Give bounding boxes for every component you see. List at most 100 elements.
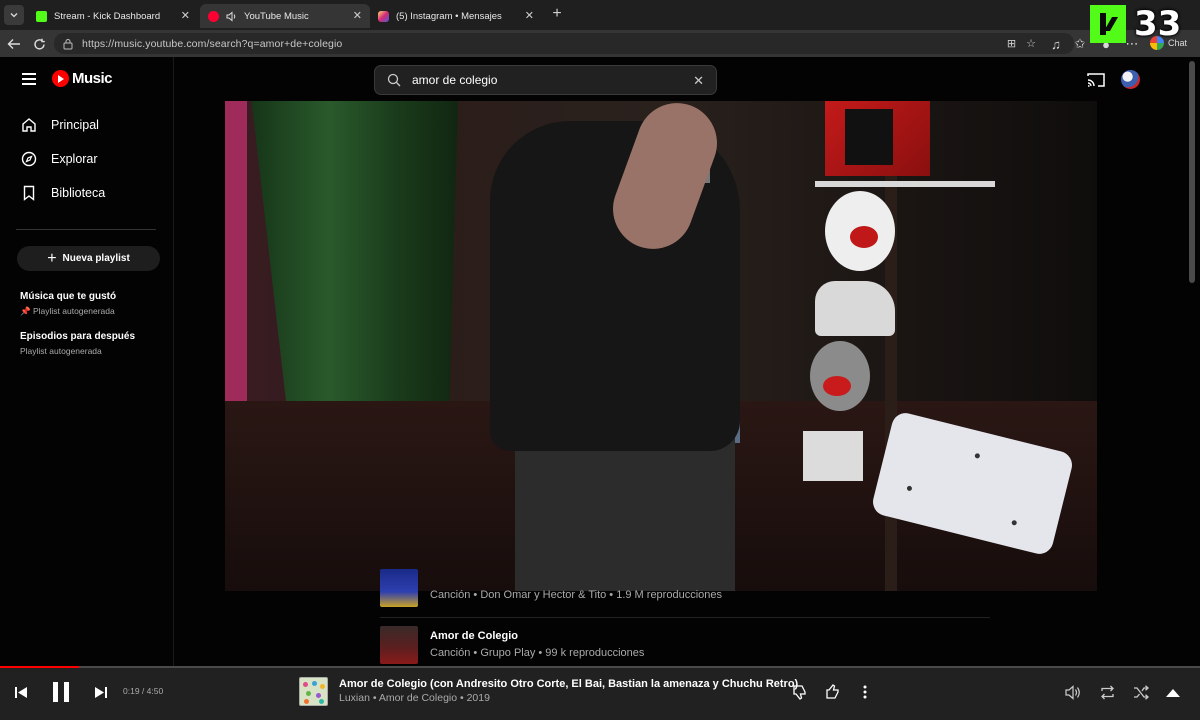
app-available-icon[interactable]: ⊞ [1007,37,1016,50]
instagram-favicon-icon [378,10,389,22]
video-scene [815,281,895,336]
shuffle-icon [1133,684,1149,700]
tab-instagram[interactable]: (5) Instagram • Mensajes ✕ [370,4,542,28]
more-options-button[interactable] [857,682,873,702]
youtube-music-logo[interactable]: Music [52,70,113,87]
viewer-count: 33 [1134,4,1182,44]
list-item[interactable]: Amor de Colegio Canción • Grupo Play • 9… [380,626,990,668]
video-scene [850,226,878,248]
url-actions: ⊞ ☆ [1007,37,1036,50]
now-playing-subtitle[interactable]: Luxian • Amor de Colegio • 2019 [339,692,490,704]
video-scene [815,181,995,187]
pause-icon [53,682,69,702]
kick-overlay-badge: 33 [1084,2,1200,46]
close-icon[interactable]: ✕ [525,9,534,22]
more-vert-icon [863,685,867,699]
tab-title: (5) Instagram • Mensajes [396,10,502,22]
pause-button[interactable] [48,679,74,705]
chevron-down-icon [10,13,18,18]
sidebar-item-label: Explorar [51,152,98,166]
thumbs-down-icon [793,685,806,700]
skip-next-icon [95,686,107,698]
video-player[interactable] [225,101,1097,591]
shuffle-button[interactable] [1131,682,1151,702]
video-scene [225,101,247,401]
compass-icon [20,151,37,168]
pin-icon: 📌 [20,306,31,316]
now-playing-thumbnail[interactable] [299,677,328,706]
sidebar-item-biblioteca[interactable]: Biblioteca [20,183,105,203]
tab-kick-dashboard[interactable]: Stream - Kick Dashboard ✕ [28,4,198,28]
sidebar-item-label: Principal [51,118,99,132]
list-divider [380,617,990,618]
like-button[interactable] [823,682,843,702]
result-subtitle: Canción • Grupo Play • 99 k reproduccion… [430,647,645,659]
repeat-button[interactable] [1097,682,1117,702]
cast-icon[interactable] [1087,72,1105,87]
address-bar: https://music.youtube.com/search?q=amor+… [0,30,1200,57]
sidebar-item-explorar[interactable]: Explorar [20,149,98,169]
video-scene [803,431,863,481]
scrollbar-thumb[interactable] [1189,61,1195,283]
tab-search-button[interactable] [4,5,24,25]
volume-button[interactable] [1063,682,1083,702]
next-button[interactable] [92,683,110,701]
search-input[interactable] [412,73,672,87]
sidebar-divider [16,229,156,230]
result-subtitle: Canción • Don Omar y Hector & Tito • 1.9… [430,589,722,601]
video-scene [845,109,893,165]
reload-icon[interactable] [31,36,47,52]
player-bar: 0:19 / 4:50 Amor de Colegio (con Andresi… [0,666,1200,720]
thumbs-up-icon [826,684,839,699]
playlist-subtitle: Playlist autogenerada [20,346,102,356]
media-control-icon[interactable]: ♫ [1048,36,1064,52]
plus-icon: + [47,249,57,267]
playlist-title: Música que te gustó [20,291,117,302]
url-text[interactable]: https://music.youtube.com/search?q=amor+… [82,38,342,50]
playlist-subtitle: 📌 Playlist autogenerada [20,306,115,316]
scrollbar[interactable] [1188,59,1196,663]
menu-icon[interactable] [22,73,36,85]
result-title: Amor de Colegio [430,630,519,642]
tab-title: YouTube Music [244,10,309,22]
volume-icon [1064,684,1080,700]
play-logo-icon [52,70,69,87]
sidebar: Music Principal Explorar Biblioteca + Nu… [0,57,174,667]
progress-fill [0,666,80,668]
library-icon [20,185,37,202]
now-playing-title[interactable]: Amor de Colegio (con Andresito Otro Cort… [339,678,798,690]
logo-text: Music [72,70,113,87]
playlist-title: Episodios para después [20,331,136,342]
list-item[interactable]: Canción • Don Omar y Hector & Tito • 1.9… [380,569,990,611]
new-tab-button[interactable]: + [548,5,566,23]
progress-bar[interactable] [0,666,1200,668]
youtube-music-favicon-icon [208,10,219,22]
tab-youtube-music[interactable]: YouTube Music ✕ [200,4,370,28]
album-thumbnail [380,569,418,607]
caret-up-icon [1166,688,1180,697]
new-playlist-label: Nueva playlist [62,253,130,264]
close-icon[interactable]: ✕ [353,9,362,22]
youtube-music-app: Music Principal Explorar Biblioteca + Nu… [0,57,1200,720]
close-icon[interactable]: ✕ [181,9,190,22]
back-arrow-icon[interactable] [6,36,22,52]
new-playlist-button[interactable]: + Nueva playlist [17,246,160,271]
video-scene [823,376,851,396]
sidebar-item-principal[interactable]: Principal [20,115,99,135]
url-field[interactable]: https://music.youtube.com/search?q=amor+… [54,33,1074,54]
playback-time: 0:19 / 4:50 [123,686,164,696]
search-bar[interactable]: ✕ [374,65,717,95]
site-info-icon[interactable] [62,38,74,50]
repeat-icon [1100,685,1114,699]
search-icon [387,73,401,87]
sidebar-item-label: Biblioteca [51,186,106,200]
expand-player-button[interactable] [1164,682,1182,702]
avatar[interactable] [1121,70,1140,89]
kick-logo-icon [1090,5,1126,43]
dislike-button[interactable] [790,682,810,702]
skip-previous-icon [15,686,27,698]
speaker-icon[interactable] [226,10,238,22]
clear-search-icon[interactable]: ✕ [693,73,704,89]
previous-button[interactable] [12,683,30,701]
favorite-star-icon[interactable]: ☆ [1026,37,1036,50]
